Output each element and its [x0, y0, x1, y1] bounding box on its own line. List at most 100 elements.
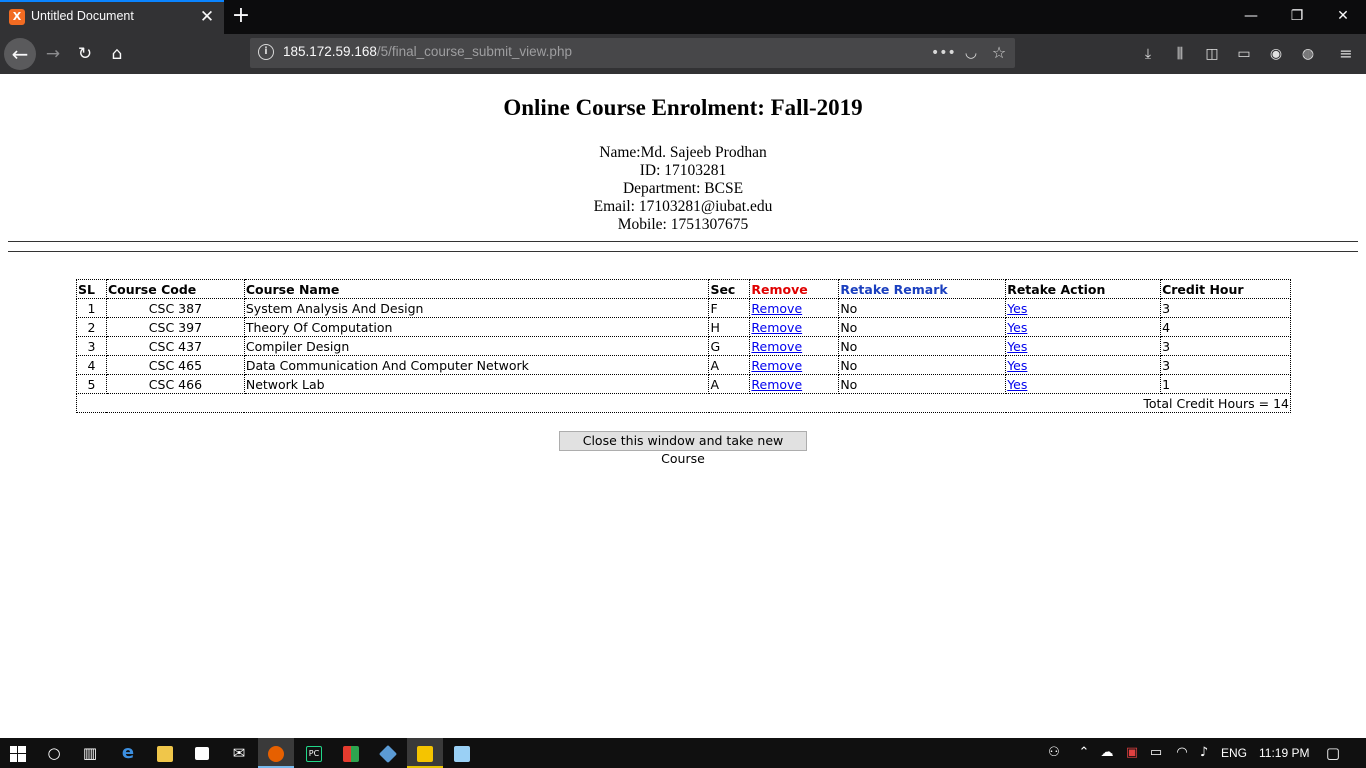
close-window-icon[interactable]: ✕: [1320, 0, 1366, 32]
edge-icon[interactable]: e: [110, 738, 146, 768]
show-hidden-icons-chevron-icon[interactable]: ⌃: [1074, 738, 1094, 768]
retake-action-cell: Yes: [1005, 336, 1162, 356]
library-icon[interactable]: ⫼: [1168, 43, 1192, 65]
row-course-name: Theory Of Computation: [243, 317, 710, 337]
globe-icon[interactable]: ◍: [1296, 43, 1320, 65]
url-text[interactable]: 185.172.59.168/5/final_course_submit_vie…: [283, 44, 572, 59]
back-arrow-icon[interactable]: ←: [4, 38, 36, 70]
close-window-button[interactable]: Close this window and take new Course: [559, 431, 807, 466]
remove-link[interactable]: Remove: [751, 301, 802, 316]
remove-link[interactable]: Remove: [751, 377, 802, 392]
header-remove: Remove: [749, 279, 840, 299]
account-icon[interactable]: ◉: [1264, 43, 1288, 65]
retake-yes-link[interactable]: Yes: [1007, 320, 1027, 335]
file-explorer-icon[interactable]: [147, 738, 183, 768]
row-retake-remark: No: [838, 336, 1007, 356]
table-row: 2 CSC 397 Theory Of Computation H Remove…: [76, 317, 1291, 337]
row-credit-hour: 4: [1160, 317, 1291, 337]
row-credit-hour: 1: [1160, 374, 1291, 394]
row-sec: H: [708, 317, 751, 337]
remove-link[interactable]: Remove: [751, 320, 802, 335]
table-row: 1 CSC 387 System Analysis And Design F R…: [76, 298, 1291, 318]
site-info-icon[interactable]: i: [258, 44, 274, 60]
action-center-icon[interactable]: ▢: [1322, 738, 1344, 768]
browser-tab[interactable]: X Untitled Document ✕: [0, 0, 224, 34]
page-actions-icon[interactable]: •••: [931, 41, 956, 65]
row-retake-remark: No: [838, 317, 1007, 337]
retake-action-cell: Yes: [1005, 317, 1162, 337]
row-course-name: System Analysis And Design: [243, 298, 710, 318]
header-sec: Sec: [708, 279, 751, 299]
row-retake-remark: No: [838, 374, 1007, 394]
row-sec: G: [708, 336, 751, 356]
minimize-window-icon[interactable]: —: [1228, 0, 1274, 32]
retake-action-cell: Yes: [1005, 355, 1162, 375]
tab-strip: X Untitled Document ✕ + — ❐ ✕: [0, 0, 1366, 34]
row-sec: F: [708, 298, 751, 318]
windows-start-icon[interactable]: [0, 738, 36, 768]
remove-cell: Remove: [749, 317, 840, 337]
remove-link[interactable]: Remove: [751, 358, 802, 373]
mail-icon[interactable]: ✉: [221, 738, 257, 768]
close-tab-icon[interactable]: ✕: [199, 8, 215, 26]
header-course-code: Course Code: [105, 279, 245, 299]
home-icon[interactable]: ⌂: [101, 38, 133, 70]
row-sec: A: [708, 374, 751, 394]
hamburger-menu-icon[interactable]: ≡: [1334, 43, 1358, 65]
retake-yes-link[interactable]: Yes: [1007, 339, 1027, 354]
restore-window-icon[interactable]: ❐: [1274, 0, 1320, 32]
security-alert-icon[interactable]: ▣: [1122, 738, 1142, 768]
divider-line: [8, 241, 1358, 242]
header-credit-hour: Credit Hour: [1160, 279, 1291, 299]
reload-icon[interactable]: ↻: [69, 38, 101, 70]
taskbar: ○ ▥ e ✉ PC ⚇ ⌃ ☁ ▣ ▭ ◠ ♪ ENG 11:19 PM ▢: [0, 738, 1366, 768]
row-course-code: CSC 465: [105, 355, 245, 375]
total-credit-hours: Total Credit Hours = 14: [76, 393, 1291, 413]
battery-icon[interactable]: ▭: [1146, 738, 1166, 768]
store-icon[interactable]: [184, 738, 220, 768]
row-credit-hour: 3: [1160, 298, 1291, 318]
header-retake-remark: Retake Remark: [838, 279, 1007, 299]
volume-icon[interactable]: ♪: [1194, 738, 1214, 768]
row-sec: A: [708, 355, 751, 375]
header-sl: SL: [76, 279, 107, 299]
remove-cell: Remove: [749, 374, 840, 394]
media-player-icon[interactable]: [407, 738, 443, 768]
remove-link[interactable]: Remove: [751, 339, 802, 354]
pocket-icon[interactable]: ◡: [959, 41, 983, 65]
task-view-icon[interactable]: ▥: [72, 738, 108, 768]
new-tab-icon[interactable]: +: [230, 3, 252, 29]
people-icon[interactable]: ⚇: [1044, 738, 1064, 768]
wifi-icon[interactable]: ◠: [1172, 738, 1192, 768]
retake-yes-link[interactable]: Yes: [1007, 358, 1027, 373]
page-content: Online Course Enrolment: Fall-2019 Name:…: [0, 74, 1366, 738]
retake-yes-link[interactable]: Yes: [1007, 301, 1027, 316]
firefox-icon[interactable]: [258, 738, 294, 768]
sidebar-icon[interactable]: ◫: [1200, 43, 1224, 65]
navigation-toolbar: ← → ↻ ⌂ i 185.172.59.168/5/final_course_…: [0, 34, 1366, 74]
remove-cell: Remove: [749, 355, 840, 375]
forward-arrow-icon[interactable]: →: [37, 38, 69, 70]
student-name: Name:Md. Sajeeb Prodhan: [599, 144, 767, 161]
app-grid-icon[interactable]: [333, 738, 369, 768]
cortana-icon[interactable]: ○: [36, 738, 72, 768]
address-bar[interactable]: i 185.172.59.168/5/final_course_submit_v…: [250, 38, 1015, 68]
table-header-row: SL Course Code Course Name Sec Remove Re…: [76, 279, 1291, 299]
language-indicator[interactable]: ENG: [1221, 738, 1247, 768]
row-retake-remark: No: [838, 298, 1007, 318]
table-row: 4 CSC 465 Data Communication And Compute…: [76, 355, 1291, 375]
onedrive-cloud-icon[interactable]: ☁: [1097, 738, 1117, 768]
clock[interactable]: 11:19 PM: [1259, 738, 1309, 768]
notepad-icon[interactable]: [444, 738, 480, 768]
virtualbox-icon[interactable]: [370, 738, 406, 768]
row-credit-hour: 3: [1160, 355, 1291, 375]
retake-yes-link[interactable]: Yes: [1007, 377, 1027, 392]
download-icon[interactable]: ⤓: [1136, 43, 1160, 65]
pycharm-icon[interactable]: PC: [296, 738, 332, 768]
screenshot-icon[interactable]: ▭: [1232, 43, 1256, 65]
row-course-code: CSC 466: [105, 374, 245, 394]
table-row: 5 CSC 466 Network Lab A Remove No Yes 1: [76, 374, 1291, 394]
divider-line: [8, 251, 1358, 252]
bookmark-star-icon[interactable]: ☆: [987, 41, 1011, 65]
retake-action-cell: Yes: [1005, 298, 1162, 318]
